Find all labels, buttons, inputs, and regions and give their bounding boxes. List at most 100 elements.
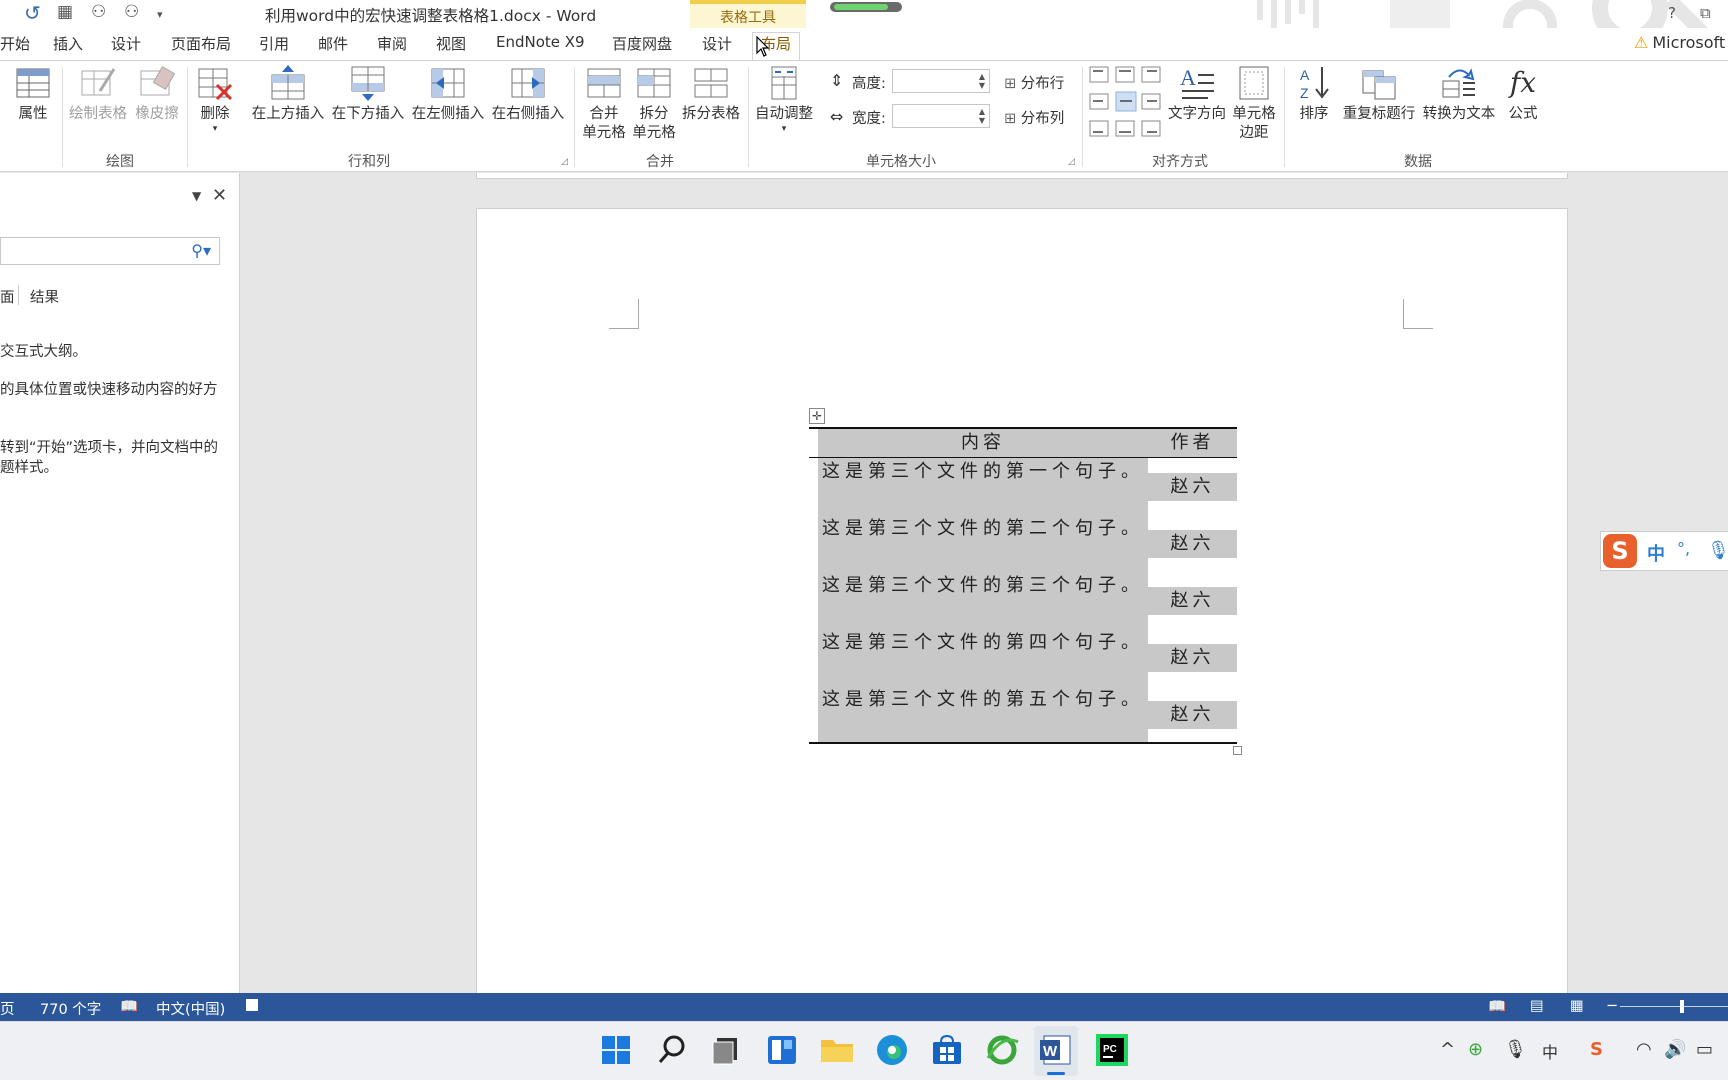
zoom-slider[interactable] <box>1620 1000 1728 1013</box>
table-cell-author[interactable]: 赵六 <box>1148 701 1237 729</box>
print-layout-icon[interactable]: ▤ <box>1530 998 1544 1014</box>
align-buttons-icon[interactable] <box>1088 65 1164 145</box>
ime-punct-toggle[interactable]: °, <box>1677 539 1690 558</box>
sogou-tray-icon[interactable]: S <box>1590 1039 1603 1060</box>
tab-view[interactable]: 视图 <box>436 33 466 54</box>
ime-indicator-icon[interactable]: 中 <box>1542 1039 1558 1063</box>
sort-button[interactable]: A Z 排序 <box>1294 65 1334 124</box>
language-indicator[interactable]: 中文(中国) <box>156 998 225 1019</box>
dialog-launcher-icon[interactable]: ◿ <box>561 157 568 167</box>
properties-button[interactable]: 属性 <box>14 65 52 124</box>
web-layout-icon[interactable]: ▦ <box>1570 998 1584 1014</box>
read-mode-icon[interactable]: 📖 <box>1488 998 1506 1015</box>
page-indicator[interactable]: 页 <box>0 998 15 1019</box>
search-input[interactable]: ⚲▾ <box>0 237 220 265</box>
chevron-up-icon[interactable]: ^ <box>1440 1039 1455 1060</box>
spin-arrows-icon[interactable]: ▲ ▼ <box>979 72 985 90</box>
windows-start-icon[interactable] <box>598 1032 634 1068</box>
tray-app-icon[interactable]: ⊕ <box>1468 1039 1483 1060</box>
tab-mailings[interactable]: 邮件 <box>318 33 348 54</box>
table-cell-author[interactable]: 赵六 <box>1148 587 1237 615</box>
distribute-cols-button[interactable]: ⊞ 分布列 <box>1004 107 1064 128</box>
document-page[interactable]: ✛ 内容 作者 这是第三个文件的第一个句子。 赵六 这是第三个文件的第二个句子。… <box>476 208 1568 993</box>
table-cell-author[interactable]: 赵六 <box>1148 644 1237 672</box>
table-cell-content[interactable]: 这是第三个文件的第三个句子。 <box>818 572 1148 629</box>
table-cell-author[interactable]: 赵六 <box>1148 473 1237 501</box>
nav-tab-results[interactable]: 结果 <box>30 286 59 307</box>
zoom-out-button[interactable]: − <box>1606 998 1618 1014</box>
ime-toolbar[interactable]: S 中 °, 🎙 <box>1600 531 1728 571</box>
repeat-header-button[interactable]: 重复标题行 <box>1340 65 1418 124</box>
cell-margins-button[interactable]: 单元格 边距 <box>1228 65 1280 143</box>
formula-button[interactable]: fx 公式 <box>1504 65 1542 124</box>
undo-icon[interactable]: ↺ <box>24 1 41 25</box>
proofing-icon[interactable]: 📖 <box>120 998 138 1015</box>
insert-right-button[interactable]: 在右侧插入 <box>490 65 566 124</box>
merge-cells-button[interactable]: 合并 单元格 <box>582 65 626 143</box>
table-cell-content[interactable]: 这是第三个文件的第四个句子。 <box>818 629 1148 686</box>
insert-left-button[interactable]: 在左侧插入 <box>410 65 486 124</box>
tab-page-layout[interactable]: 页面布局 <box>171 33 231 54</box>
distribute-rows-button[interactable]: ⊞ 分布行 <box>1004 72 1064 93</box>
document-area[interactable]: ✛ 内容 作者 这是第三个文件的第一个句子。 赵六 这是第三个文件的第二个句子。… <box>241 173 1728 993</box>
zoom-slider-thumb[interactable] <box>1680 1000 1684 1013</box>
org-chart-icon[interactable]: ⚇ <box>91 2 106 22</box>
tab-references[interactable]: 引用 <box>259 33 289 54</box>
draw-table-button[interactable]: 绘制表格 <box>66 65 130 124</box>
ie-browser-icon[interactable] <box>984 1032 1020 1068</box>
search-icon[interactable] <box>654 1032 690 1068</box>
warning-notice[interactable]: ⚠ Microsoft <box>1634 33 1725 52</box>
tab-baidu-netdisk[interactable]: 百度网盘 <box>612 33 672 54</box>
width-input[interactable]: ▲ ▼ <box>892 104 990 128</box>
table-resize-handle[interactable] <box>1233 746 1242 755</box>
table-cell-content[interactable]: 这是第三个文件的第一个句子。 <box>818 458 1148 515</box>
tab-insert[interactable]: 插入 <box>53 33 83 54</box>
delete-button[interactable]: 删除 ▾ <box>195 65 235 134</box>
microphone-icon[interactable]: 🎙 <box>1707 540 1728 561</box>
table-cell-content[interactable]: 这是第三个文件的第二个句子。 <box>818 515 1148 572</box>
tab-home[interactable]: 开始 <box>0 33 30 54</box>
autofit-button[interactable]: 自动调整 ▾ <box>752 65 816 134</box>
eraser-button[interactable]: 橡皮擦 <box>132 65 182 124</box>
insert-below-button[interactable]: 在下方插入 <box>330 65 406 124</box>
text-direction-button[interactable]: A 文字方向 <box>1166 65 1228 124</box>
close-icon[interactable]: ✕ <box>212 185 227 206</box>
task-view-icon[interactable] <box>709 1032 745 1068</box>
widgets-icon[interactable] <box>764 1032 800 1068</box>
tab-endnote[interactable]: EndNote X9 <box>496 33 585 51</box>
edge-browser-icon[interactable] <box>874 1032 910 1068</box>
pycharm-icon[interactable]: PC <box>1094 1032 1130 1068</box>
word-app-icon-active[interactable]: W <box>1034 1026 1078 1076</box>
restore-button[interactable]: ⧉ <box>1700 4 1711 22</box>
word-count[interactable]: 770 个字 <box>40 998 101 1019</box>
org-chart-icon[interactable]: ⚇ <box>124 2 139 22</box>
help-button[interactable]: ? <box>1668 4 1676 22</box>
search-icon[interactable]: ⚲▾ <box>191 241 211 260</box>
dialog-launcher-icon[interactable]: ◿ <box>1068 157 1075 167</box>
microphone-icon[interactable]: 🎙 <box>1504 1039 1527 1060</box>
customize-icon[interactable]: ▾ <box>157 8 163 21</box>
split-table-button[interactable]: 拆分表格 <box>680 65 742 124</box>
spin-arrows-icon[interactable]: ▲ ▼ <box>979 107 985 125</box>
insert-above-button[interactable]: 在上方插入 <box>250 65 326 124</box>
battery-icon[interactable]: ▭ <box>1696 1039 1713 1060</box>
wifi-icon[interactable]: ◠ <box>1636 1039 1652 1060</box>
grid-icon[interactable]: ▦ <box>57 2 73 22</box>
tab-design[interactable]: 设计 <box>111 33 141 54</box>
ime-lang-toggle[interactable]: 中 <box>1647 540 1665 566</box>
table-header-content[interactable]: 内容 <box>818 429 1148 457</box>
split-cells-button[interactable]: 拆分 单元格 <box>632 65 676 143</box>
file-explorer-icon[interactable] <box>819 1032 855 1068</box>
macro-record-icon[interactable] <box>246 999 258 1011</box>
table-cell-author[interactable]: 赵六 <box>1148 530 1237 558</box>
tab-review[interactable]: 审阅 <box>377 33 407 54</box>
nav-tab-pages[interactable]: 面 <box>0 286 15 307</box>
tab-table-design[interactable]: 设计 <box>702 33 732 54</box>
table-header-author[interactable]: 作者 <box>1148 429 1237 457</box>
height-input[interactable]: ▲ ▼ <box>892 69 990 93</box>
volume-icon[interactable]: 🔊 <box>1664 1039 1686 1060</box>
pane-options-icon[interactable]: ▼ <box>192 189 201 203</box>
convert-to-text-button[interactable]: 转换为文本 <box>1418 65 1500 124</box>
store-icon[interactable] <box>929 1032 965 1068</box>
table-move-handle-icon[interactable]: ✛ <box>809 408 825 424</box>
